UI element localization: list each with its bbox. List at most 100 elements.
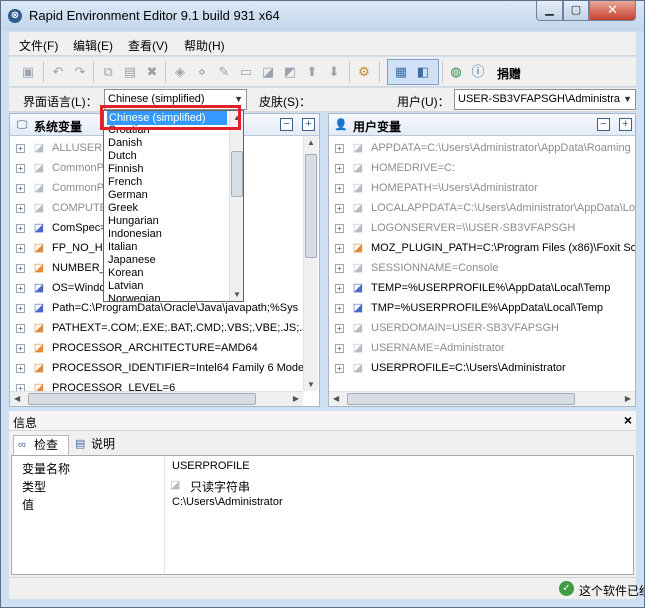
tag-view-icon[interactable]: ◧ xyxy=(414,63,432,81)
language-option[interactable]: French xyxy=(108,176,142,189)
language-option[interactable]: Greek xyxy=(108,202,138,215)
variable-row[interactable]: + ◪ APPDATA=C:\Users\Administrator\AppData… xyxy=(329,139,635,159)
variable-row[interactable]: + ◪ TMP=%USERPROFILE%\AppData\Local\Temp xyxy=(329,299,635,319)
user-icon: 👤 xyxy=(334,119,348,131)
tag-icon[interactable]: ◪ xyxy=(259,63,277,81)
info-panel-icon[interactable]: ▦ xyxy=(392,63,410,81)
delete-icon[interactable]: ✖ xyxy=(143,63,161,81)
label-icon[interactable]: ◩ xyxy=(281,63,299,81)
language-option[interactable]: Indonesian xyxy=(108,228,162,241)
add-value-icon[interactable]: ⋄ xyxy=(193,63,211,81)
variable-row[interactable]: + ◪ TEMP=%USERPROFILE%\AppData\Local\Temp xyxy=(329,279,635,299)
title-bar[interactable]: ⊗ Rapid Environment Editor 9.1 build 931… xyxy=(1,1,644,31)
expand-all-button[interactable]: + xyxy=(302,118,315,131)
expand-icon[interactable]: + xyxy=(335,304,344,313)
undo-icon[interactable]: ↶ xyxy=(49,63,67,81)
resize-grip-icon[interactable]: ⋰ xyxy=(630,586,639,597)
menu-view[interactable]: 查看(V) xyxy=(128,37,168,54)
paste-icon[interactable]: ▤ xyxy=(121,63,139,81)
expand-icon[interactable]: + xyxy=(16,364,25,373)
tab-description[interactable]: ▤ 说明 xyxy=(71,435,125,455)
variable-row[interactable]: + ◪ Path=C:\ProgramData\Oracle\Java\javapa… xyxy=(10,299,319,319)
variable-row[interactable]: + ◪ MOZ_PLUGIN_PATH=C:\Program Files (x86)… xyxy=(329,239,635,259)
variable-row[interactable]: + ◪ LOGONSERVER=\\USER-SB3VFAPSGH xyxy=(329,219,635,239)
expand-icon[interactable]: + xyxy=(16,344,25,353)
language-option[interactable]: Korean xyxy=(108,267,143,280)
expand-icon[interactable]: + xyxy=(16,244,25,253)
donate-button[interactable]: 捐赠 xyxy=(497,65,521,82)
expand-icon[interactable]: + xyxy=(16,324,25,333)
variable-row[interactable]: + ◪ USERPROFILE=C:\Users\Administrator xyxy=(329,359,635,379)
menu-help[interactable]: 帮助(H) xyxy=(184,37,225,54)
expand-icon[interactable]: + xyxy=(335,364,344,373)
variable-text: LOGONSERVER=\\USER-SB3VFAPSGH xyxy=(371,222,576,234)
language-option[interactable]: Italian xyxy=(108,241,137,254)
variable-row[interactable]: + ◪ PATHEXT=.COM;.EXE;.BAT;.CMD;.VBS;.VBE;… xyxy=(10,319,319,339)
expand-icon[interactable]: + xyxy=(16,284,25,293)
collapse-all-button[interactable]: − xyxy=(280,118,293,131)
language-option[interactable]: Danish xyxy=(108,137,142,150)
expand-icon[interactable]: + xyxy=(16,184,25,193)
expand-icon[interactable]: + xyxy=(16,264,25,273)
help-icon[interactable]: ⓘ xyxy=(469,63,487,81)
expand-icon[interactable]: + xyxy=(335,164,344,173)
tag-icon: ◪ xyxy=(170,479,181,491)
variable-row[interactable]: + ◪ HOMEPATH=\Users\Administrator xyxy=(329,179,635,199)
menu-file[interactable]: 文件(F) xyxy=(19,37,58,54)
web-icon[interactable]: ◍ xyxy=(447,63,465,81)
expand-icon[interactable]: + xyxy=(335,344,344,353)
language-option[interactable]: Finnish xyxy=(108,163,143,176)
variable-row[interactable]: + ◪ SESSIONNAME=Console xyxy=(329,259,635,279)
expand-icon[interactable]: + xyxy=(335,284,344,293)
language-option[interactable]: Hungarian xyxy=(108,215,159,228)
language-option[interactable]: Norwegian xyxy=(108,293,161,301)
expand-icon[interactable]: + xyxy=(335,324,344,333)
add-variable-icon[interactable]: ◈ xyxy=(171,63,189,81)
variable-row[interactable]: + ◪ USERNAME=Administrator xyxy=(329,339,635,359)
user-horizontal-scrollbar[interactable]: ◀ ▶ xyxy=(329,391,635,406)
user-select[interactable]: USER-SB3VFAPSGH\Administratc ▼ xyxy=(454,89,636,110)
variable-row[interactable]: + ◪ HOMEDRIVE=C: xyxy=(329,159,635,179)
expand-icon[interactable]: + xyxy=(335,184,344,193)
language-option[interactable]: German xyxy=(108,189,148,202)
settings-icon[interactable]: ⚙ xyxy=(355,63,373,81)
variable-row[interactable]: + ◪ PROCESSOR_IDENTIFIER=Intel64 Family 6 … xyxy=(10,359,319,379)
language-dropdown-list[interactable]: Chinese (simplified) Croatian Danish Dutch… xyxy=(103,110,244,302)
tab-inspect[interactable]: ∞ 检查 xyxy=(13,435,69,455)
menu-edit[interactable]: 编辑(E) xyxy=(73,37,113,54)
edit-icon[interactable]: ✎ xyxy=(215,63,233,81)
close-button[interactable]: ✕ xyxy=(589,1,636,21)
expand-icon[interactable]: + xyxy=(16,224,25,233)
expand-icon[interactable]: + xyxy=(335,264,344,273)
move-up-icon[interactable]: ⬆ xyxy=(303,63,321,81)
expand-icon[interactable]: + xyxy=(335,144,344,153)
expand-icon[interactable]: + xyxy=(16,144,25,153)
dropdown-scrollbar[interactable]: ▲ ▼ xyxy=(229,111,243,301)
expand-icon[interactable]: + xyxy=(335,224,344,233)
language-option[interactable]: Japanese xyxy=(108,254,156,267)
expand-icon[interactable]: + xyxy=(335,244,344,253)
move-down-icon[interactable]: ⬇ xyxy=(325,63,343,81)
language-option[interactable]: Latvian xyxy=(108,280,143,293)
system-horizontal-scrollbar[interactable]: ◀ ▶ xyxy=(10,391,303,406)
expand-all-button[interactable]: + xyxy=(619,118,632,131)
rename-icon[interactable]: ▭ xyxy=(237,63,255,81)
expand-icon[interactable]: + xyxy=(16,164,25,173)
maximize-button[interactable]: ▢ xyxy=(563,1,589,21)
variable-row[interactable]: + ◪ PROCESSOR_ARCHITECTURE=AMD64 xyxy=(10,339,319,359)
expand-icon[interactable]: + xyxy=(335,204,344,213)
expand-icon[interactable]: + xyxy=(16,304,25,313)
copy-icon[interactable]: ⧉ xyxy=(99,63,117,81)
minimize-button[interactable]: ▁ xyxy=(536,1,563,21)
variable-row[interactable]: + ◪ LOCALAPPDATA=C:\Users\Administrator\Ap… xyxy=(329,199,635,219)
variable-row[interactable]: + ◪ USERDOMAIN=USER-SB3VFAPSGH xyxy=(329,319,635,339)
expand-icon[interactable]: + xyxy=(16,204,25,213)
redo-icon[interactable]: ↷ xyxy=(71,63,89,81)
toolbar: ▣ ↶ ↷ ⧉ ▤ ✖ ◈ ⋄ ✎ ▭ ◪ ◩ ⬆ ⬇ ⚙ ▦ ◧ ◍ ⓘ 捐赠 xyxy=(9,57,636,87)
close-icon[interactable]: × xyxy=(624,412,632,428)
collapse-all-button[interactable]: − xyxy=(597,118,610,131)
highlight-box xyxy=(100,105,241,130)
language-option[interactable]: Dutch xyxy=(108,150,137,163)
save-icon[interactable]: ▣ xyxy=(19,63,37,81)
system-vertical-scrollbar[interactable]: ▲ ▼ xyxy=(303,136,318,391)
